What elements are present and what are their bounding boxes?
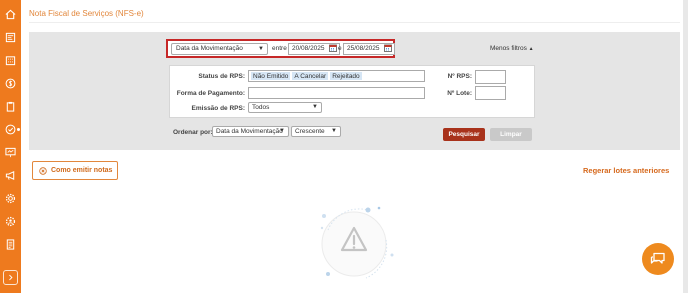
- chevron-down-icon: ▼: [331, 128, 337, 134]
- rps-emission-value: Todos: [252, 104, 270, 111]
- empty-state-illustration: [320, 206, 394, 279]
- chevron-down-icon: ▼: [312, 104, 318, 110]
- chevron-right-icon: [9, 274, 13, 281]
- sidebar-expand-button[interactable]: [3, 270, 18, 285]
- how-to-issue-label: Como emitir notas: [51, 167, 113, 174]
- page-title: Nota Fiscal de Serviços (NFS-e): [29, 9, 144, 18]
- between-label: entre: [272, 45, 287, 52]
- chat-support-button[interactable]: [642, 243, 674, 275]
- and-label: e: [338, 45, 342, 52]
- scrollbar-track[interactable]: [683, 0, 688, 293]
- rps-number-input[interactable]: [475, 70, 506, 84]
- calendar-icon[interactable]: [329, 44, 337, 52]
- chat-icon: [650, 252, 665, 264]
- order-by-label: Ordenar por:: [173, 129, 213, 136]
- document-register-icon[interactable]: [3, 30, 18, 45]
- payment-method-input[interactable]: [248, 87, 425, 99]
- chevron-down-icon: ▼: [258, 46, 264, 52]
- presentation-icon[interactable]: [3, 145, 18, 160]
- check-circle-icon[interactable]: [3, 122, 18, 137]
- how-to-issue-button[interactable]: Como emitir notas: [32, 161, 118, 180]
- dollar-icon[interactable]: [3, 76, 18, 91]
- regenerate-lots-link[interactable]: Regerar lotes anteriores: [583, 166, 669, 175]
- document-list-icon[interactable]: [3, 237, 18, 252]
- order-by-value: Data da Movimentação: [216, 128, 283, 135]
- period-type-select[interactable]: Data da Movimentação ▼: [171, 43, 268, 55]
- order-direction-value: Crescente: [295, 128, 325, 135]
- chevron-up-icon: ▲: [528, 46, 534, 52]
- status-tag[interactable]: Não Emitido: [251, 72, 291, 80]
- order-direction-select[interactable]: Crescente ▼: [291, 126, 341, 137]
- status-tag[interactable]: A Cancelar: [292, 72, 329, 80]
- lot-number-label: Nº Lote:: [447, 90, 472, 97]
- search-button[interactable]: Pesquisar: [443, 128, 485, 141]
- users-gear-icon[interactable]: [3, 214, 18, 229]
- title-divider: [29, 22, 680, 23]
- order-by-select[interactable]: Data da Movimentação ▼: [212, 126, 289, 137]
- close-circle-icon: [39, 166, 47, 175]
- active-indicator: [17, 128, 20, 131]
- status-tag[interactable]: Rejeitado: [330, 72, 362, 80]
- sidebar: [0, 0, 21, 293]
- payment-method-label: Forma de Pagamento:: [176, 90, 245, 97]
- rps-status-multiselect[interactable]: Não Emitido A Cancelar Rejeitado: [248, 70, 425, 82]
- settings-gear-icon[interactable]: [3, 191, 18, 206]
- rps-emission-select[interactable]: Todos ▼: [248, 102, 322, 113]
- home-icon[interactable]: [3, 7, 18, 22]
- date-range-filter: Data da Movimentação ▼ entre 20/08/2025 …: [166, 39, 395, 58]
- less-filters-toggle[interactable]: Menos filtros ▲: [490, 45, 534, 52]
- rps-status-label: Status de RPS:: [198, 73, 245, 80]
- building-icon[interactable]: [3, 53, 18, 68]
- megaphone-icon[interactable]: [3, 168, 18, 183]
- chevron-down-icon: ▼: [279, 128, 285, 134]
- rps-emission-label: Emissão de RPS:: [191, 105, 245, 112]
- clipboard-icon[interactable]: [3, 99, 18, 114]
- clear-button[interactable]: Limpar: [490, 128, 532, 141]
- rps-number-label: Nº RPS:: [447, 73, 472, 80]
- calendar-icon[interactable]: [384, 44, 392, 52]
- period-type-value: Data da Movimentação: [176, 45, 243, 52]
- less-filters-label: Menos filtros: [490, 45, 527, 52]
- lot-number-input[interactable]: [475, 86, 506, 100]
